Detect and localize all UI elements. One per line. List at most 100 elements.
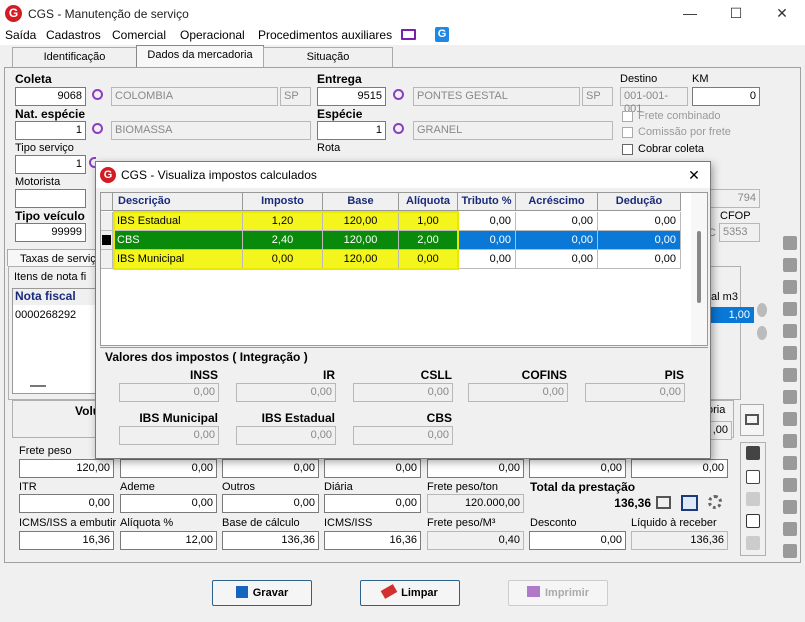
col-aliquota[interactable]: Alíquota xyxy=(399,193,458,211)
dialog-close-button[interactable]: ✕ xyxy=(684,165,704,185)
cell-deducao[interactable]: 0,00 xyxy=(598,250,681,269)
cfop-field: 5353 xyxy=(719,223,760,242)
freight-row1-value[interactable]: 0,00 xyxy=(631,459,728,478)
search-icon[interactable] xyxy=(92,89,103,100)
itr-input[interactable]: 0,00 xyxy=(19,494,114,513)
tab-situacao[interactable]: Situação xyxy=(263,47,393,67)
gravar-button[interactable]: Gravar xyxy=(212,580,312,606)
gear-icon[interactable] xyxy=(783,456,797,470)
cell-deducao[interactable]: 0,00 xyxy=(598,231,681,250)
search-icon[interactable] xyxy=(92,123,103,134)
export-icon[interactable] xyxy=(783,346,797,360)
impostos-grid[interactable]: Descrição Imposto Base Alíquota Tributo … xyxy=(100,192,708,346)
clipboard-icon[interactable] xyxy=(783,522,797,536)
chart-icon[interactable] xyxy=(783,434,797,448)
section-divider xyxy=(100,347,708,348)
eraser-icon[interactable] xyxy=(783,302,797,316)
radio-circle-icon[interactable] xyxy=(757,303,767,317)
cell-tributo[interactable]: 0,00 xyxy=(458,212,516,231)
entrega-city-field: PONTES GESTAL xyxy=(413,87,580,106)
radio-circle-icon[interactable] xyxy=(757,326,767,340)
coleta-code-input[interactable]: 9068 xyxy=(15,87,86,106)
document-icon[interactable] xyxy=(746,492,760,506)
monitor-icon[interactable] xyxy=(401,29,416,40)
cell-tributo[interactable]: 0,00 xyxy=(458,231,516,250)
col-imposto[interactable]: Imposto xyxy=(243,193,323,211)
list-scroll-thumb[interactable] xyxy=(30,385,46,387)
check-icon[interactable] xyxy=(783,236,797,250)
spreadsheet-icon[interactable] xyxy=(681,495,698,511)
tipo-veiculo-input[interactable]: 99999 xyxy=(15,223,86,242)
limpar-button[interactable]: Limpar xyxy=(360,580,460,606)
frete-peso-m3-field: 0,40 xyxy=(427,531,524,550)
cell-deducao[interactable]: 0,00 xyxy=(598,212,681,231)
freight-row1-value[interactable]: 0,00 xyxy=(120,459,217,478)
truck-icon[interactable] xyxy=(783,390,797,404)
motorista-input[interactable] xyxy=(15,189,86,208)
menu-cadastros[interactable]: Cadastros xyxy=(46,28,101,42)
entrega-code-input[interactable]: 9515 xyxy=(317,87,386,106)
book-icon[interactable] xyxy=(783,500,797,514)
cell-acrescimo[interactable]: 0,00 xyxy=(516,250,598,269)
nat-especie-input[interactable]: 1 xyxy=(15,121,86,140)
base-calculo-input[interactable]: 136,36 xyxy=(222,531,319,550)
minimize-button[interactable]: — xyxy=(667,0,713,28)
icms-iss-input[interactable]: 16,36 xyxy=(324,531,421,550)
freight-row1-value[interactable]: 0,00 xyxy=(427,459,524,478)
tab-identificacao[interactable]: Identificação xyxy=(12,47,137,67)
diaria-input[interactable]: 0,00 xyxy=(324,494,421,513)
calculator-icon[interactable] xyxy=(656,496,671,509)
tipo-servico-input[interactable]: 1 xyxy=(15,155,86,174)
grid-scrollbar-thumb[interactable] xyxy=(697,231,701,303)
km-input[interactable]: 0 xyxy=(692,87,760,106)
imprimir-button[interactable]: Imprimir xyxy=(508,580,608,606)
bus-icon[interactable] xyxy=(746,446,760,460)
col-acrescimo[interactable]: Acréscimo xyxy=(516,193,598,211)
gear-icon[interactable] xyxy=(783,544,797,558)
frete-combinado-checkbox[interactable] xyxy=(622,111,633,122)
freight-row1-value[interactable]: 0,00 xyxy=(222,459,319,478)
outros-input[interactable]: 0,00 xyxy=(222,494,319,513)
search-doc-icon[interactable] xyxy=(746,514,760,528)
maximize-button[interactable]: ☐ xyxy=(713,0,759,28)
col-base[interactable]: Base xyxy=(323,193,399,211)
cell-acrescimo[interactable]: 0,00 xyxy=(516,231,598,250)
eraser-icon[interactable] xyxy=(783,478,797,492)
search-icon[interactable] xyxy=(393,123,404,134)
frete-peso-input[interactable]: 120,00 xyxy=(19,459,114,478)
menu-comercial[interactable]: Comercial xyxy=(112,28,166,42)
eraser-icon[interactable] xyxy=(783,324,797,338)
document-icon[interactable] xyxy=(746,536,760,550)
menu-operacional[interactable]: Operacional xyxy=(180,28,245,42)
copy-icon[interactable] xyxy=(783,368,797,382)
total-m3-cell[interactable]: 1,00 xyxy=(708,307,754,323)
cell-tributo[interactable]: 0,00 xyxy=(458,250,516,269)
freight-row1-value[interactable]: 0,00 xyxy=(324,459,421,478)
close-button[interactable]: ✕ xyxy=(759,0,805,28)
itens-label: Itens de nota fi xyxy=(14,271,87,283)
gear-icon[interactable] xyxy=(783,258,797,272)
aliquota-input[interactable]: 12,00 xyxy=(120,531,217,550)
especie-input[interactable]: 1 xyxy=(317,121,386,140)
search-icon[interactable] xyxy=(393,89,404,100)
settings-icon[interactable] xyxy=(708,495,722,509)
comissao-frete-checkbox[interactable] xyxy=(622,127,633,138)
cell-acrescimo[interactable]: 0,00 xyxy=(516,212,598,231)
percent-icon[interactable] xyxy=(746,470,760,484)
col-descricao[interactable]: Descrição xyxy=(113,193,243,211)
desconto-input[interactable]: 0,00 xyxy=(529,531,626,550)
truck-icon[interactable] xyxy=(783,412,797,426)
menu-saida[interactable]: Saída xyxy=(5,28,36,42)
cobrar-coleta-checkbox[interactable] xyxy=(622,144,633,155)
ciot-icon[interactable] xyxy=(783,280,797,294)
app-g-icon[interactable]: G xyxy=(435,27,449,42)
highlight-box xyxy=(113,211,459,270)
ademe-input[interactable]: 0,00 xyxy=(120,494,217,513)
menu-procedimentos[interactable]: Procedimentos auxiliares xyxy=(258,28,392,42)
freight-row1-value[interactable]: 0,00 xyxy=(529,459,626,478)
icms-embutir-input[interactable]: 16,36 xyxy=(19,531,114,550)
col-tributo[interactable]: Tributo % xyxy=(458,193,516,211)
tab-dados-mercadoria[interactable]: Dados da mercadoria xyxy=(136,45,264,67)
nota-fiscal-cell[interactable]: 0000268292 xyxy=(15,309,76,321)
col-deducao[interactable]: Dedução xyxy=(598,193,681,211)
